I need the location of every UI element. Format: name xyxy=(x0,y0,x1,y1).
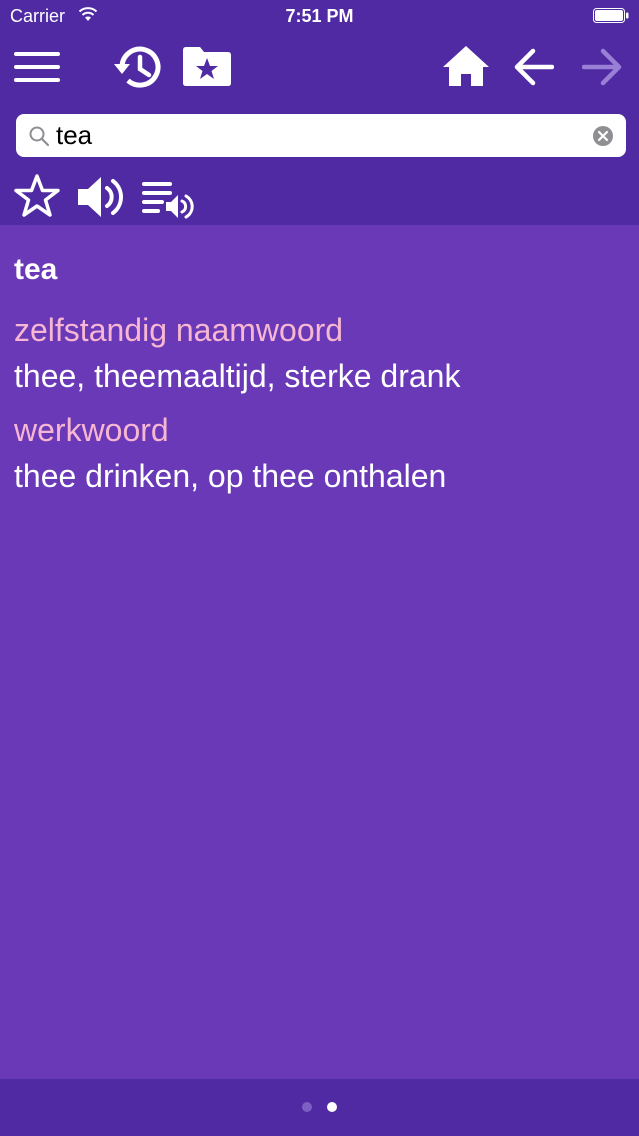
home-icon[interactable] xyxy=(442,45,490,87)
star-icon[interactable] xyxy=(14,174,60,218)
favorites-folder-icon[interactable] xyxy=(183,46,231,86)
clear-icon[interactable] xyxy=(592,125,614,147)
dictionary-entry: tea zelfstandig naamwoord thee, theemaal… xyxy=(14,250,624,510)
menu-icon[interactable] xyxy=(14,50,60,84)
search-bar xyxy=(16,114,626,157)
back-arrow-icon[interactable] xyxy=(514,48,554,86)
top-bar: Carrier 7:51 PM xyxy=(0,0,639,225)
part-of-speech-verb: werkwoord xyxy=(14,412,169,448)
search-icon xyxy=(29,126,50,147)
status-bar: Carrier 7:51 PM xyxy=(0,0,639,34)
history-icon[interactable] xyxy=(112,44,164,90)
page-dot-2[interactable] xyxy=(327,1102,337,1112)
playlist-audio-icon[interactable] xyxy=(142,180,194,220)
part-of-speech-noun: zelfstandig naamwoord xyxy=(14,312,344,348)
page-dot-1[interactable] xyxy=(302,1102,312,1112)
search-input[interactable] xyxy=(56,118,586,152)
translation-noun: thee, theemaaltijd, sterke drank xyxy=(14,358,461,394)
headword: tea xyxy=(14,253,58,286)
translation-verb: thee drinken, op thee onthalen xyxy=(14,458,447,494)
speaker-icon[interactable] xyxy=(77,175,125,219)
bottom-bar xyxy=(0,1079,639,1136)
battery-icon xyxy=(593,8,629,23)
forward-arrow-icon[interactable] xyxy=(582,48,622,86)
status-time: 7:51 PM xyxy=(285,6,354,26)
